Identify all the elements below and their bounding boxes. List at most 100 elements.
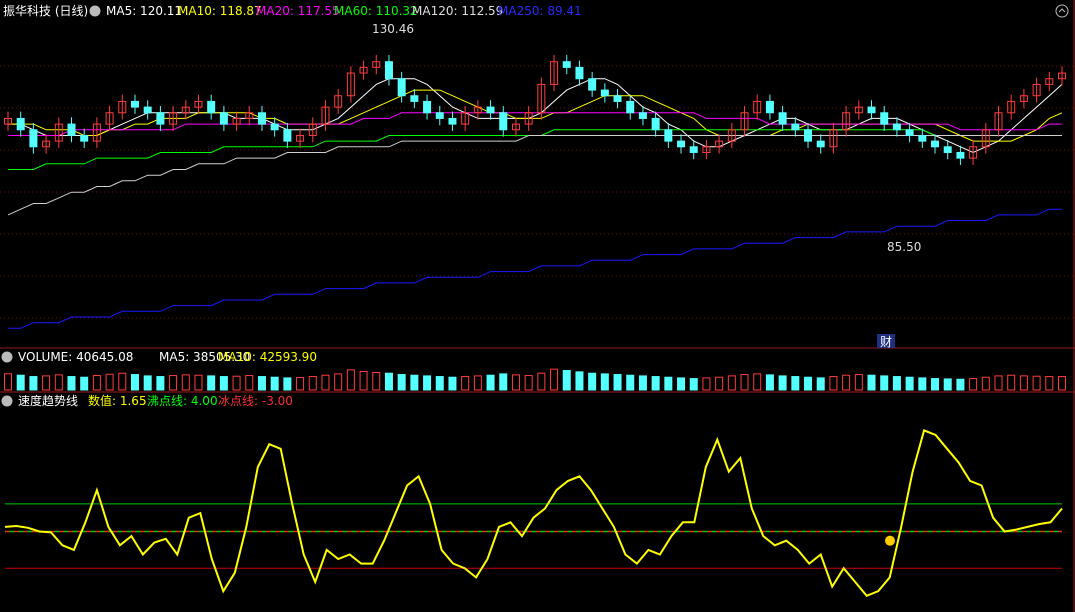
volume-bar — [105, 373, 114, 391]
indicator-title: 速度趋势线 — [18, 393, 78, 408]
volume-bar — [626, 374, 635, 391]
volume-bar — [867, 374, 876, 391]
volume-bar — [842, 374, 851, 391]
volume-bar — [194, 374, 203, 391]
volume-bar — [740, 374, 749, 391]
candle-body — [435, 112, 444, 119]
volume-title: VOLUME: 40645.08 — [18, 350, 133, 364]
volume-dropdown-icon[interactable] — [1, 351, 13, 363]
candle-body — [613, 95, 622, 102]
volume-bar — [270, 376, 279, 391]
candle-body — [448, 117, 457, 125]
volume-bar — [397, 374, 406, 391]
candle-body — [931, 140, 940, 148]
volume-bar — [130, 374, 139, 391]
candle-body — [664, 129, 673, 142]
candle-body — [156, 112, 165, 125]
volume-ma10: MA10: 42593.90 — [218, 350, 317, 364]
low-price-label: 85.50 — [887, 240, 921, 254]
volume-bar — [4, 373, 12, 391]
candle-body — [80, 134, 89, 142]
volume-bar — [461, 376, 470, 391]
volume-bar — [892, 376, 901, 391]
volume-bar — [207, 375, 216, 391]
volume-bar — [29, 376, 38, 391]
volume-bar — [118, 372, 127, 391]
collapse-icon[interactable] — [1055, 4, 1069, 18]
volume-bar — [423, 375, 432, 391]
candle-body — [880, 112, 889, 125]
volume-bar — [550, 368, 559, 391]
volume-bar — [562, 370, 571, 391]
candle-body — [626, 100, 635, 114]
ma10-label: MA10: 118.87 — [178, 4, 262, 18]
volume-bar — [969, 378, 978, 391]
volume-bar — [613, 374, 622, 391]
ma-line-ma250 — [8, 208, 1062, 329]
volume-bar — [715, 376, 724, 391]
volume-bar — [169, 375, 178, 391]
volume-bar — [1032, 375, 1041, 391]
indicator-dropdown-icon[interactable] — [1, 395, 13, 407]
volume-bar — [677, 377, 686, 391]
candle-body — [638, 112, 647, 119]
price-moving-averages — [7, 78, 1063, 329]
ma5-label: MA5: 120.11 — [106, 4, 182, 18]
candle-body — [892, 123, 901, 131]
volume-bar — [816, 377, 825, 391]
volume-bar — [486, 374, 495, 391]
volume-bar — [791, 376, 800, 391]
volume-bar — [156, 376, 165, 391]
candle-body — [423, 100, 432, 114]
volume-bar — [92, 375, 101, 391]
stock-chart-canvas: 振华科技 (日线) MA5: 120.11 MA10: 118.87 MA20:… — [0, 0, 1075, 612]
ma20-label: MA20: 117.55 — [256, 4, 340, 18]
indicator-value: 数值: 1.65 — [88, 393, 147, 408]
volume-bar — [372, 372, 381, 391]
price-annotations: 130.46 85.50 财 — [372, 22, 921, 349]
indicator-panel — [4, 429, 1063, 597]
candle-body — [867, 106, 876, 114]
volume-bar — [588, 372, 597, 391]
volume-bar — [232, 375, 241, 391]
volume-bar — [16, 374, 25, 391]
indicator-header: 速度趋势线 数值: 1.65 沸点线: 4.00 冰点线: -3.00 — [1, 393, 293, 408]
volume-bar — [1058, 376, 1066, 391]
volume-bar — [1045, 376, 1054, 391]
volume-bar — [334, 373, 343, 391]
volume-bar — [1019, 375, 1028, 391]
candle-body — [791, 123, 800, 131]
dropdown-icon[interactable] — [89, 5, 101, 17]
candle-body — [384, 61, 393, 80]
financial-report-label: 财 — [880, 335, 892, 349]
volume-bar — [257, 376, 266, 391]
candle-body — [499, 112, 508, 131]
signal-dot — [885, 535, 895, 546]
volume-bar — [511, 374, 520, 391]
volume-bar — [600, 373, 609, 391]
candle-body — [816, 140, 825, 148]
price-candles — [4, 54, 1066, 165]
volume-bar — [689, 378, 698, 391]
volume-bar — [753, 373, 762, 391]
candle-body — [283, 129, 292, 142]
volume-bar — [778, 375, 787, 391]
candle-body — [689, 146, 698, 153]
candle-body — [410, 95, 419, 102]
boil-line-label: 沸点线: 4.00 — [147, 394, 218, 408]
candle-body — [677, 140, 686, 148]
high-price-label: 130.46 — [372, 22, 414, 36]
volume-bar — [638, 375, 647, 391]
candle-body — [16, 117, 25, 131]
volume-bar — [956, 378, 965, 391]
volume-bar — [575, 371, 584, 391]
volume-bars — [4, 368, 1066, 391]
candle-body — [918, 134, 927, 142]
candle-body — [29, 129, 38, 148]
volume-bar — [804, 376, 813, 391]
volume-bar — [765, 374, 774, 391]
volume-bar — [54, 374, 63, 391]
volume-bar — [181, 374, 190, 391]
candle-body — [778, 112, 787, 125]
volume-bar — [1007, 374, 1016, 391]
